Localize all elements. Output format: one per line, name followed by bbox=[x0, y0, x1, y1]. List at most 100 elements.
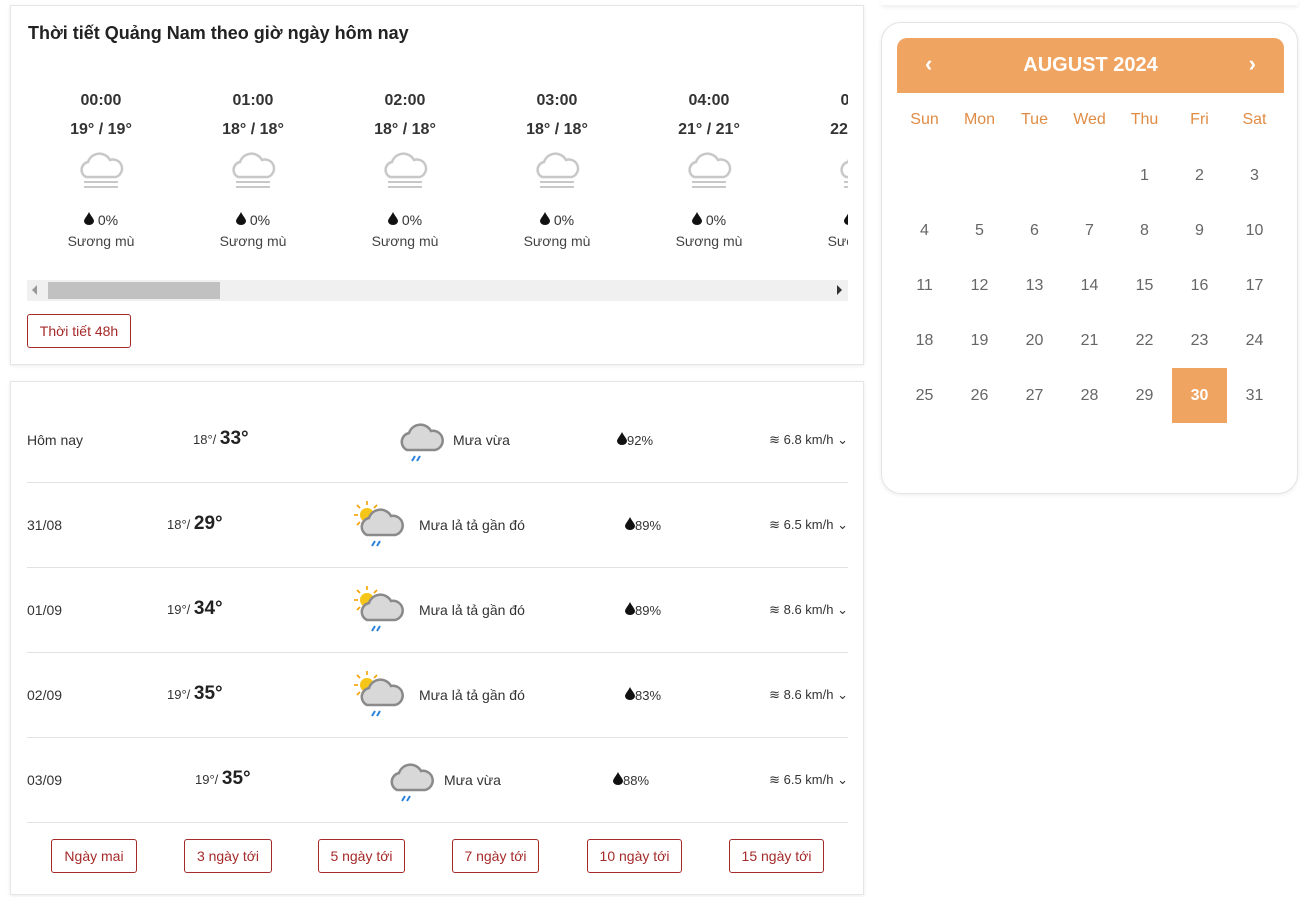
hour-precip: 0% bbox=[401, 212, 423, 228]
horizontal-scrollbar[interactable] bbox=[27, 280, 848, 301]
daily-row[interactable]: 01/09 19°/ 34° Mưa lả tả gần đó 89% ≋ 8.… bbox=[27, 568, 848, 653]
calendar-day[interactable]: 10 bbox=[1227, 203, 1282, 258]
fog-cloud-icon bbox=[840, 158, 848, 188]
hour-time: 00:00 bbox=[80, 92, 122, 109]
fog-cloud-icon bbox=[80, 152, 124, 188]
calendar-day[interactable]: 19 bbox=[952, 313, 1007, 368]
hour-precip: 0% bbox=[705, 212, 727, 228]
calendar-day[interactable]: 3 bbox=[1227, 148, 1282, 203]
row-high: 33° bbox=[219, 428, 249, 449]
calendar-day[interactable]: 6 bbox=[1007, 203, 1062, 258]
hour-time: 05:00 bbox=[840, 92, 848, 109]
wind-icon: ≋ bbox=[769, 432, 780, 447]
calendar-day[interactable]: 16 bbox=[1172, 258, 1227, 313]
fog-cloud-icon bbox=[536, 152, 580, 188]
scroll-left-arrow-icon[interactable] bbox=[32, 285, 37, 295]
calendar-day[interactable]: 7 bbox=[1062, 203, 1117, 258]
calendar: ‹ AUGUST 2024 › Sun Mon Tue Wed Thu Fri Sat 1 2 3… bbox=[881, 22, 1298, 494]
calendar-day-selected[interactable]: 30 bbox=[1172, 368, 1227, 423]
wind-icon: ≋ bbox=[769, 772, 780, 787]
calendar-day[interactable]: 1 bbox=[1117, 148, 1172, 203]
drop-icon bbox=[691, 212, 702, 225]
calendar-day[interactable]: 9 bbox=[1172, 203, 1227, 258]
drop-icon bbox=[83, 212, 94, 225]
range-button[interactable]: 5 ngày tới bbox=[318, 839, 405, 873]
calendar-day[interactable]: 11 bbox=[897, 258, 952, 313]
weekday-label: Wed bbox=[1073, 111, 1106, 128]
calendar-day[interactable]: 26 bbox=[952, 368, 1007, 423]
row-high: 35° bbox=[221, 768, 251, 789]
calendar-day[interactable]: 12 bbox=[952, 258, 1007, 313]
hour-temp: 21° / 21° bbox=[678, 121, 740, 138]
hourly-list[interactable]: 00:00 19° / 19° 0% Sương mù 01:00 18° / 1… bbox=[27, 86, 848, 266]
hour-item: 01:00 18° / 18° 0% Sương mù bbox=[189, 86, 317, 249]
hour-desc: Sương mù bbox=[675, 233, 743, 249]
row-low: 18° bbox=[193, 432, 213, 447]
calendar-day[interactable]: 14 bbox=[1062, 258, 1117, 313]
weekday-label: Sun bbox=[910, 111, 939, 128]
row-low: 19° bbox=[167, 602, 187, 617]
expand-chevron-icon[interactable]: ⌄ bbox=[837, 687, 848, 702]
calendar-day[interactable]: 17 bbox=[1227, 258, 1282, 313]
row-humidity: 89% bbox=[635, 518, 662, 533]
sun-rain-cloud-icon bbox=[354, 586, 404, 632]
row-high: 29° bbox=[193, 513, 223, 534]
calendar-day[interactable]: 5 bbox=[952, 203, 1007, 258]
range-button[interactable]: 7 ngày tới bbox=[452, 839, 539, 873]
scroll-right-arrow-icon[interactable] bbox=[837, 285, 842, 295]
calendar-day[interactable]: 23 bbox=[1172, 313, 1227, 368]
row-humidity: 88% bbox=[623, 773, 650, 788]
range-button[interactable]: 3 ngày tới bbox=[184, 839, 272, 873]
calendar-day[interactable]: 27 bbox=[1007, 368, 1062, 423]
expand-chevron-icon[interactable]: ⌄ bbox=[837, 602, 848, 617]
expand-chevron-icon[interactable]: ⌄ bbox=[837, 517, 848, 532]
row-wind: 8.6 km/h bbox=[783, 602, 834, 617]
calendar-day[interactable]: 20 bbox=[1007, 313, 1062, 368]
calendar-day[interactable]: 13 bbox=[1007, 258, 1062, 313]
drop-icon bbox=[625, 517, 635, 530]
daily-row[interactable]: Hôm nay 18°/ 33° Mưa vừa 92% ≋ 6.8 km/h … bbox=[27, 398, 848, 483]
calendar-day[interactable]: 2 bbox=[1172, 148, 1227, 203]
hour-desc: Sương mù bbox=[523, 233, 591, 249]
calendar-day[interactable]: 31 bbox=[1227, 368, 1282, 423]
calendar-day[interactable]: 21 bbox=[1062, 313, 1117, 368]
hour-time: 03:00 bbox=[536, 92, 578, 109]
hour-time: 04:00 bbox=[688, 92, 730, 109]
expand-chevron-icon[interactable]: ⌄ bbox=[837, 432, 848, 447]
sun-rain-cloud-icon bbox=[354, 671, 404, 717]
weather-48h-button[interactable]: Thời tiết 48h bbox=[27, 314, 131, 348]
range-button[interactable]: 15 ngày tới bbox=[729, 839, 824, 873]
fog-cloud-icon bbox=[688, 152, 732, 188]
calendar-day[interactable]: 4 bbox=[897, 203, 952, 258]
calendar-day[interactable]: 24 bbox=[1227, 313, 1282, 368]
calendar-day[interactable]: 8 bbox=[1117, 203, 1172, 258]
calendar-day[interactable]: 22 bbox=[1117, 313, 1172, 368]
daily-row[interactable]: 02/09 19°/ 35° Mưa lả tả gần đó 83% ≋ 8.… bbox=[27, 653, 848, 738]
calendar-day[interactable]: 18 bbox=[897, 313, 952, 368]
drop-icon bbox=[539, 212, 550, 225]
calendar-day[interactable]: 15 bbox=[1117, 258, 1172, 313]
calendar-day[interactable]: 25 bbox=[897, 368, 952, 423]
calendar-day[interactable]: 29 bbox=[1117, 368, 1172, 423]
row-wind: 6.5 km/h bbox=[783, 772, 834, 787]
row-desc: Mưa vừa bbox=[444, 772, 501, 788]
range-button[interactable]: 10 ngày tới bbox=[587, 839, 682, 873]
row-day: 02/09 bbox=[27, 687, 63, 703]
scrollbar-thumb[interactable] bbox=[48, 282, 220, 299]
hour-precip: 0% bbox=[249, 212, 271, 228]
range-button[interactable]: Ngày mai bbox=[51, 839, 137, 873]
hour-item: 03:00 18° / 18° 0% Sương mù bbox=[493, 86, 621, 249]
daily-row[interactable]: 31/08 18°/ 29° Mưa lả tả gần đó 89% ≋ 6.… bbox=[27, 483, 848, 568]
wind-icon: ≋ bbox=[769, 687, 780, 702]
row-desc: Mưa lả tả gần đó bbox=[419, 517, 525, 533]
row-desc: Mưa vừa bbox=[453, 432, 510, 448]
calendar-day[interactable]: 28 bbox=[1062, 368, 1117, 423]
daily-row[interactable]: 03/09 19°/ 35° Mưa vừa 88% ≋ 6.5 km/h ⌄ bbox=[27, 738, 848, 823]
calendar-month: AUGUST 2024 bbox=[1023, 54, 1158, 76]
expand-chevron-icon[interactable]: ⌄ bbox=[837, 772, 848, 787]
hour-precip: 0% bbox=[553, 212, 575, 228]
hour-temp: 18° / 18° bbox=[222, 121, 284, 138]
next-month-chevron-icon[interactable]: › bbox=[1249, 51, 1256, 77]
row-desc: Mưa lả tả gần đó bbox=[419, 687, 525, 703]
row-low: 19° bbox=[167, 687, 187, 702]
